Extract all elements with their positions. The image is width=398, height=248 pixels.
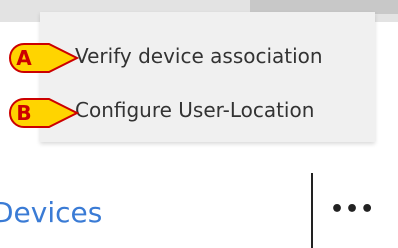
more-options-button[interactable]: ••• — [330, 196, 374, 224]
context-menu: Verify device association Configure User… — [40, 12, 375, 142]
callout-a: A — [9, 42, 79, 74]
toolbar-divider — [311, 173, 313, 248]
callout-letter: A — [16, 46, 32, 70]
devices-tab[interactable]: Devices — [0, 196, 102, 229]
menu-item-verify-device-association[interactable]: Verify device association — [75, 42, 323, 70]
bottom-toolbar: Devices ••• — [0, 158, 398, 248]
menu-item-configure-user-location[interactable]: Configure User-Location — [75, 96, 314, 124]
callout-letter: B — [16, 101, 32, 125]
callout-b: B — [9, 97, 79, 129]
